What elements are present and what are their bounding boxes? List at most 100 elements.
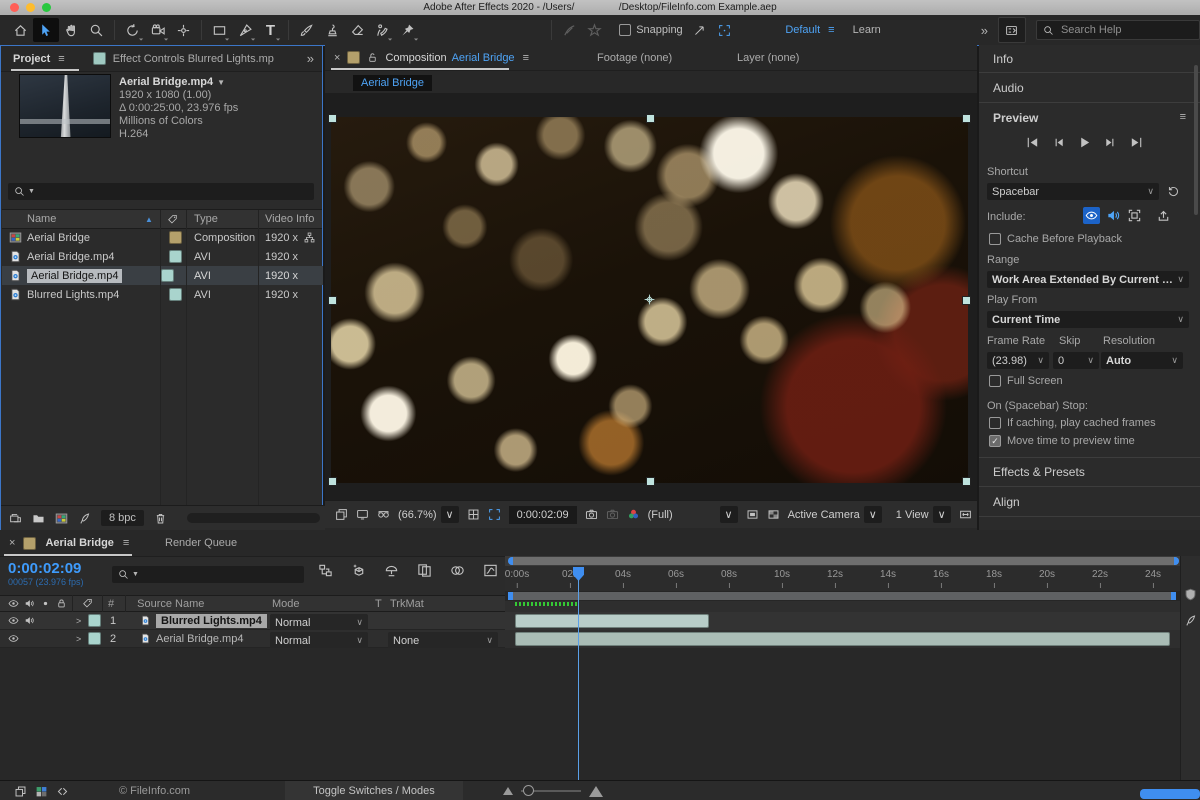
hand-tool-icon[interactable] (59, 18, 84, 42)
workspace-menu-icon[interactable]: ≡ (828, 24, 834, 36)
new-folder-icon[interactable] (32, 512, 45, 525)
solo-column-icon[interactable] (40, 598, 51, 609)
zoom-slider-knob[interactable] (523, 785, 534, 796)
brush-tool-icon[interactable] (294, 18, 319, 42)
mask-visibility-icon[interactable] (377, 508, 390, 521)
cache-before-playback-checkbox[interactable] (989, 233, 1001, 245)
column-mode[interactable]: Mode (272, 598, 300, 610)
maximize-window-button[interactable] (42, 3, 51, 12)
snapping-checkbox[interactable] (619, 24, 631, 36)
label-color-swatch[interactable] (169, 231, 182, 244)
resolution-preview-dropdown[interactable]: Auto∨ (1101, 352, 1183, 369)
column-trkmat[interactable]: TrkMat (390, 598, 424, 610)
tab-timeline-comp[interactable]: Aerial Bridge (45, 537, 113, 549)
tab-composition-name[interactable]: Aerial Bridge (452, 52, 515, 64)
work-area-bar[interactable] (508, 592, 1176, 600)
panel-info[interactable]: Info (993, 52, 1013, 66)
layer-name-selected[interactable]: Blurred Lights.mp4 (156, 614, 267, 628)
motion-blur-icon[interactable] (450, 563, 465, 578)
footage-dropdown-icon[interactable]: ▼ (217, 76, 225, 89)
search-help-input[interactable] (1059, 23, 1193, 37)
selection-handle[interactable] (646, 114, 655, 123)
rotate-tool-icon[interactable] (120, 18, 145, 42)
workspace-default-tab[interactable]: Default (785, 24, 820, 36)
video-column-icon[interactable] (8, 598, 19, 609)
pixel-aspect-correction-icon[interactable] (959, 508, 972, 521)
first-frame-button[interactable] (1025, 135, 1040, 150)
time-navigator[interactable] (505, 556, 1200, 566)
skip-dropdown[interactable]: 0∨ (1053, 352, 1099, 369)
previous-frame-button[interactable] (1051, 135, 1066, 150)
cache-before-playback-option[interactable]: Cache Before Playback (989, 233, 1122, 245)
zoom-slider-track[interactable] (521, 790, 581, 792)
toggle-switches-button[interactable]: Toggle Switches / Modes (285, 781, 463, 800)
layer-row[interactable]: > 1 Blurred Lights.mp4 Normal∨ (0, 612, 505, 630)
trash-icon[interactable] (154, 512, 167, 525)
workspace-learn-tab[interactable]: Learn (853, 24, 881, 36)
main-viewer-icon[interactable] (356, 508, 369, 521)
include-audio-toggle[interactable] (1106, 208, 1121, 223)
shortcut-dropdown[interactable]: Spacebar∨ (987, 183, 1159, 200)
frame-rate-dropdown[interactable]: (23.98)∨ (987, 352, 1049, 369)
resolution-dropdown[interactable]: (Full) ∨ (648, 506, 738, 523)
tab-project[interactable]: Project (13, 53, 50, 65)
layer-audio-icon[interactable] (24, 615, 35, 626)
column-source-name[interactable]: Source Name (137, 598, 204, 610)
snapping-control[interactable]: Snapping (619, 24, 683, 36)
close-window-button[interactable] (10, 3, 19, 12)
selection-handle[interactable] (328, 477, 337, 486)
channels-icon[interactable] (627, 508, 640, 521)
region-of-interest-icon[interactable] (488, 508, 501, 521)
work-area-start-handle[interactable] (508, 592, 513, 600)
eraser-tool-icon[interactable] (345, 18, 370, 42)
label-color-swatch[interactable] (169, 250, 182, 263)
hide-shy-layers-icon[interactable] (384, 563, 399, 578)
horizontal-scrollbar-end[interactable] (1140, 789, 1200, 799)
lock-column-icon[interactable] (56, 598, 67, 609)
comp-viewer[interactable] (325, 93, 977, 500)
tab-footage[interactable]: Footage (none) (597, 52, 672, 64)
workspace-switcher-icon[interactable] (998, 17, 1026, 43)
zoom-out-mountain-icon[interactable] (503, 787, 513, 795)
full-screen-checkbox[interactable] (989, 375, 1001, 387)
frame-blending-icon[interactable] (417, 563, 432, 578)
selection-handle[interactable] (962, 477, 971, 486)
pen-tool-icon[interactable] (232, 18, 257, 42)
panel-effects-presets[interactable]: Effects & Presets (993, 465, 1085, 479)
navigator-start-handle[interactable] (508, 557, 513, 565)
tab-effect-controls[interactable]: Effect Controls Blurred Lights.mp (113, 53, 288, 65)
lock-open-icon[interactable] (367, 52, 378, 63)
column-name[interactable]: Name (27, 213, 56, 225)
include-overlays-toggle[interactable] (1127, 208, 1142, 223)
magnification-dropdown[interactable]: (66.7%) ∨ (398, 506, 459, 523)
right-panel-scrollbar[interactable] (1194, 65, 1198, 215)
project-search-field[interactable]: ▼ (8, 183, 314, 200)
work-area-end-handle[interactable] (1171, 592, 1176, 600)
tab-layer[interactable]: Layer (none) (737, 52, 799, 64)
timeline-zoom-control[interactable] (503, 786, 603, 797)
time-ruler[interactable]: 0:00s 02s 04s 06s 08s 10s 12s 14s 16s 18… (505, 566, 1200, 592)
project-row[interactable]: Aerial Bridge.mp4 AVI 1920 x (2, 247, 323, 266)
transparency-grid-icon[interactable] (767, 508, 780, 521)
close-tab-icon[interactable]: × (334, 52, 340, 64)
comp-marker-icon[interactable] (1184, 588, 1197, 601)
transfer-modes-icon[interactable] (35, 785, 48, 798)
label-column-icon[interactable] (82, 598, 93, 609)
tab-render-queue[interactable]: Render Queue (165, 537, 237, 549)
interpret-footage-icon[interactable] (9, 512, 22, 525)
selection-handle[interactable] (962, 296, 971, 305)
last-frame-button[interactable] (1129, 135, 1144, 150)
selection-tool-icon[interactable] (33, 18, 58, 42)
panel-preview[interactable]: Preview (993, 111, 1038, 125)
footage-thumbnail[interactable] (19, 74, 111, 138)
search-options-icon[interactable]: ▼ (28, 188, 35, 195)
audio-column-icon[interactable] (24, 598, 35, 609)
project-settings-icon[interactable] (78, 512, 91, 525)
selection-handle[interactable] (646, 477, 655, 486)
play-button[interactable] (1077, 135, 1092, 150)
snap-arrow-icon[interactable] (687, 18, 712, 42)
project-row-selected[interactable]: Aerial Bridge.mp4 AVI 1920 x (2, 266, 323, 285)
in-out-columns-icon[interactable] (56, 785, 69, 798)
twirl-icon[interactable]: > (76, 634, 81, 644)
always-preview-icon[interactable] (335, 508, 348, 521)
